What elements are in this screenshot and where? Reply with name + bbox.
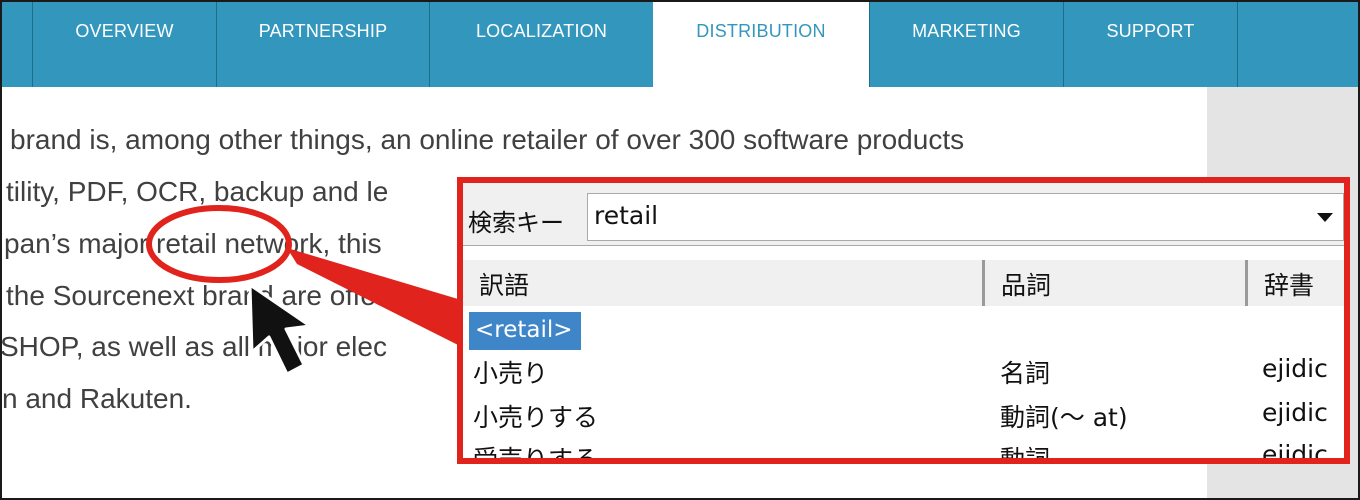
results-list: 訳語 品詞 辞書 <retail> 小売り 名詞 ejidic 小売りする 動詞… [463,245,1344,464]
table-row[interactable]: 受売りする 動詞 ejidic [463,436,1344,464]
list-item-selected[interactable]: <retail> [463,312,1344,352]
selected-entry[interactable]: <retail> [469,312,581,350]
search-label: 検索キー [468,209,564,237]
pos-cell: 動詞 [1000,445,1051,464]
translation-cell: 小売りする [473,403,599,432]
dict-cell: ejidic [1262,440,1328,464]
highlight-ellipse [146,205,292,283]
screenshot-frame: OVERVIEW PARTNERSHIP LOCALIZATION DISTRI… [0,0,1360,500]
column-header-dict[interactable]: 辞書 [1248,260,1344,306]
dict-cell: ejidic [1262,354,1328,383]
table-row[interactable]: 小売りする 動詞(〜 at) ejidic [463,394,1344,434]
dropdown-button[interactable] [1306,193,1344,241]
pos-cell: 動詞(〜 at) [1000,403,1128,432]
translation-cell: 受売りする [473,445,599,464]
column-header-translation[interactable]: 訳語 [463,260,985,306]
callout-pointer [287,248,468,350]
chevron-down-icon [1316,212,1333,222]
mouse-pointer-icon [248,283,312,376]
results-header: 訳語 品詞 辞書 [463,260,1344,306]
pos-cell: 名詞 [1000,359,1051,388]
table-row[interactable]: 小売り 名詞 ejidic [463,350,1344,390]
translation-cell: 小売り [473,359,549,388]
search-input[interactable]: retail [587,193,1307,241]
dictionary-popup: 検索キー retail 訳語 品詞 辞書 <retail> 小売り 名詞 eji… [457,177,1350,464]
search-row: 検索キー retail [463,183,1344,245]
dict-cell: ejidic [1262,398,1328,427]
column-header-pos[interactable]: 品詞 [985,260,1248,306]
